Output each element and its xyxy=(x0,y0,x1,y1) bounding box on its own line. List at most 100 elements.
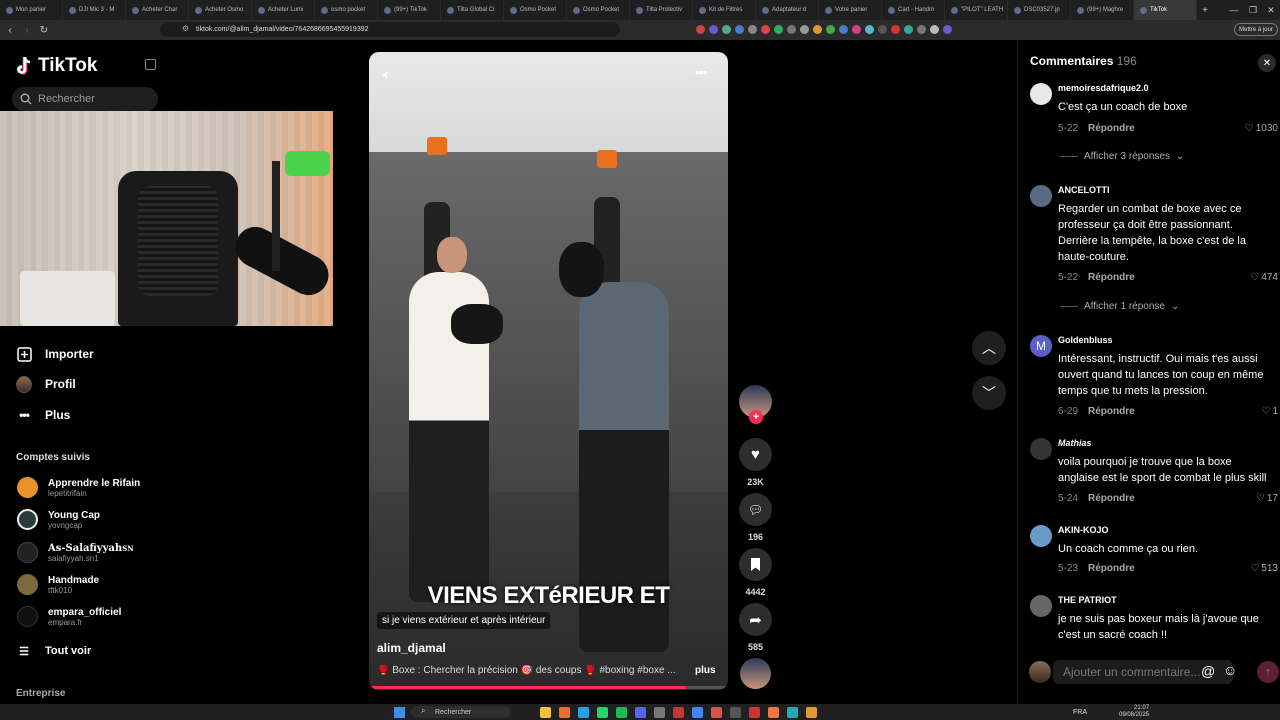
address-bar[interactable]: ⚙ tiktok.com/@alim_djamal/video/76426866… xyxy=(160,22,620,37)
browser-tab[interactable]: Votre panier xyxy=(819,0,882,20)
extension-icon[interactable] xyxy=(891,25,900,34)
previous-video-button[interactable]: ︿ xyxy=(972,331,1006,365)
nav-item-upload[interactable]: Importer xyxy=(16,346,94,362)
browser-tab[interactable]: "PILOT" LEATH xyxy=(945,0,1008,20)
browser-tab[interactable]: Acheter Osmo xyxy=(189,0,252,20)
extension-icon[interactable] xyxy=(696,25,705,34)
browser-tab[interactable]: (99+) TikTok xyxy=(378,0,441,20)
reload-icon[interactable]: ↻ xyxy=(37,23,51,37)
back-icon[interactable]: ‹ xyxy=(3,23,17,37)
next-video-button[interactable]: ﹀ xyxy=(972,376,1006,410)
followed-account[interactable]: Handmade tftk010 xyxy=(17,574,99,595)
nav-item-more[interactable]: ••• Plus xyxy=(16,407,70,423)
browser-tab[interactable]: Kit de Filtres xyxy=(693,0,756,20)
extension-icon[interactable] xyxy=(787,25,796,34)
comment-button[interactable]: 💬︎ 196 xyxy=(738,493,773,542)
extension-icon[interactable] xyxy=(709,25,718,34)
reply-button[interactable]: Répondre xyxy=(1088,123,1135,134)
site-info-icon[interactable]: ⚙ xyxy=(182,24,189,33)
video-progress-bar[interactable] xyxy=(369,686,728,689)
followed-account[interactable]: Young Cap yovngcap xyxy=(17,509,100,530)
browser-tab[interactable]: osmo pocket xyxy=(315,0,378,20)
show-replies-button[interactable]: Afficher 1 réponse ⌄ xyxy=(1060,301,1179,312)
search-input[interactable]: Rechercher xyxy=(12,87,158,111)
comment-like-button[interactable]: ♡ 1030 xyxy=(1245,123,1278,134)
extension-icon[interactable] xyxy=(774,25,783,34)
volume-icon[interactable]: 🔈︎ xyxy=(383,66,391,83)
update-browser-button[interactable]: Mettre à jour xyxy=(1234,23,1278,36)
video-author[interactable]: alim_djamal xyxy=(377,641,446,655)
extension-icon[interactable] xyxy=(904,25,913,34)
avatar[interactable] xyxy=(1030,185,1052,207)
extension-icon[interactable] xyxy=(943,25,952,34)
show-replies-button[interactable]: Afficher 3 réponses ⌄ xyxy=(1060,151,1184,162)
extension-icon[interactable] xyxy=(878,25,887,34)
extension-icon[interactable] xyxy=(761,25,770,34)
mention-icon[interactable]: @ xyxy=(1201,663,1215,679)
forward-icon[interactable]: › xyxy=(20,23,34,37)
browser-tab[interactable]: Osmo Pocket xyxy=(567,0,630,20)
extension-icon[interactable] xyxy=(839,25,848,34)
share-button[interactable]: ➦ 585 xyxy=(738,603,773,652)
app-icon[interactable] xyxy=(711,706,722,718)
comment-user[interactable]: AKIN-KOJO xyxy=(1058,525,1109,535)
comment-user[interactable]: Mathias xyxy=(1058,438,1092,448)
close-comments-icon[interactable]: ✕ xyxy=(1258,54,1276,72)
browser-tab[interactable]: Cart - Handm xyxy=(882,0,945,20)
browser-tab[interactable]: Mon panier xyxy=(0,0,63,20)
nav-item-profile[interactable]: Profil xyxy=(16,375,76,393)
spotify-icon[interactable] xyxy=(616,706,627,718)
taskbar-search[interactable]: ⌕ Rechercher xyxy=(411,706,511,718)
send-button[interactable]: ↑ xyxy=(1257,661,1279,683)
extension-icon[interactable] xyxy=(813,25,822,34)
app-icon[interactable] xyxy=(749,706,760,718)
followed-account[interactable]: empara_officiel empara.fr xyxy=(17,606,121,627)
word-icon[interactable] xyxy=(730,706,741,718)
app-icon[interactable] xyxy=(521,707,532,718)
browser-tab[interactable]: DSC03527.jp xyxy=(1008,0,1071,20)
new-tab-icon[interactable]: + xyxy=(1197,5,1213,16)
comment-user[interactable]: ANCELOTTI xyxy=(1058,185,1110,195)
reply-button[interactable]: Répondre xyxy=(1088,563,1135,574)
app-icon[interactable] xyxy=(787,706,798,718)
more-options-icon[interactable]: ••• xyxy=(695,64,708,80)
extension-icon[interactable] xyxy=(930,25,939,34)
follow-plus-icon[interactable]: + xyxy=(749,410,763,424)
extension-icon[interactable] xyxy=(800,25,809,34)
comment-like-button[interactable]: ♡ 474 xyxy=(1250,272,1278,283)
extension-icon[interactable] xyxy=(852,25,861,34)
browser-tab[interactable]: Tilta Protectiv xyxy=(630,0,693,20)
avatar[interactable] xyxy=(1030,438,1052,460)
telegram-icon[interactable] xyxy=(578,706,589,718)
app-icon[interactable] xyxy=(654,706,665,718)
app-icon[interactable] xyxy=(673,706,684,718)
save-button[interactable]: 4442 xyxy=(738,548,773,597)
taskbar-lang[interactable]: FRA xyxy=(1073,709,1087,716)
browser-tab[interactable]: Adaptateur d xyxy=(756,0,819,20)
emoji-icon[interactable]: ☺ xyxy=(1223,662,1237,678)
avatar[interactable]: M xyxy=(1030,335,1052,357)
creator-avatar-button[interactable]: + xyxy=(738,385,773,424)
comment-user[interactable]: Goldenbluss xyxy=(1058,335,1113,345)
browser-tab[interactable]: TikTok xyxy=(1134,0,1197,20)
avatar[interactable] xyxy=(1030,595,1052,617)
extension-icon[interactable] xyxy=(748,25,757,34)
extension-icon[interactable] xyxy=(865,25,874,34)
app-icon[interactable] xyxy=(768,706,779,718)
comment-like-button[interactable]: ♡ 1 xyxy=(1261,406,1278,417)
browser-tab[interactable]: Acheter Char xyxy=(126,0,189,20)
extension-icon[interactable] xyxy=(722,25,731,34)
collapse-sidebar-icon[interactable] xyxy=(145,59,156,70)
reply-button[interactable]: Répondre xyxy=(1088,493,1135,504)
app-icon[interactable] xyxy=(806,706,817,718)
folder-icon[interactable] xyxy=(540,706,551,718)
brave-icon[interactable] xyxy=(559,706,570,718)
browser-tab[interactable]: Osmo Pocket xyxy=(504,0,567,20)
taskbar-clock[interactable]: 21:07 09/08/2025 xyxy=(1119,705,1149,719)
avatar[interactable] xyxy=(1030,83,1052,105)
browser-tab[interactable]: (99+) Maghre xyxy=(1071,0,1134,20)
more-link[interactable]: plus xyxy=(695,665,716,676)
followed-account[interactable]: Apprendre le Rifain lepetitrifain xyxy=(17,477,140,498)
close-window-icon[interactable]: ✕ xyxy=(1259,0,1280,20)
like-button[interactable]: ♥ 23K xyxy=(738,438,773,487)
